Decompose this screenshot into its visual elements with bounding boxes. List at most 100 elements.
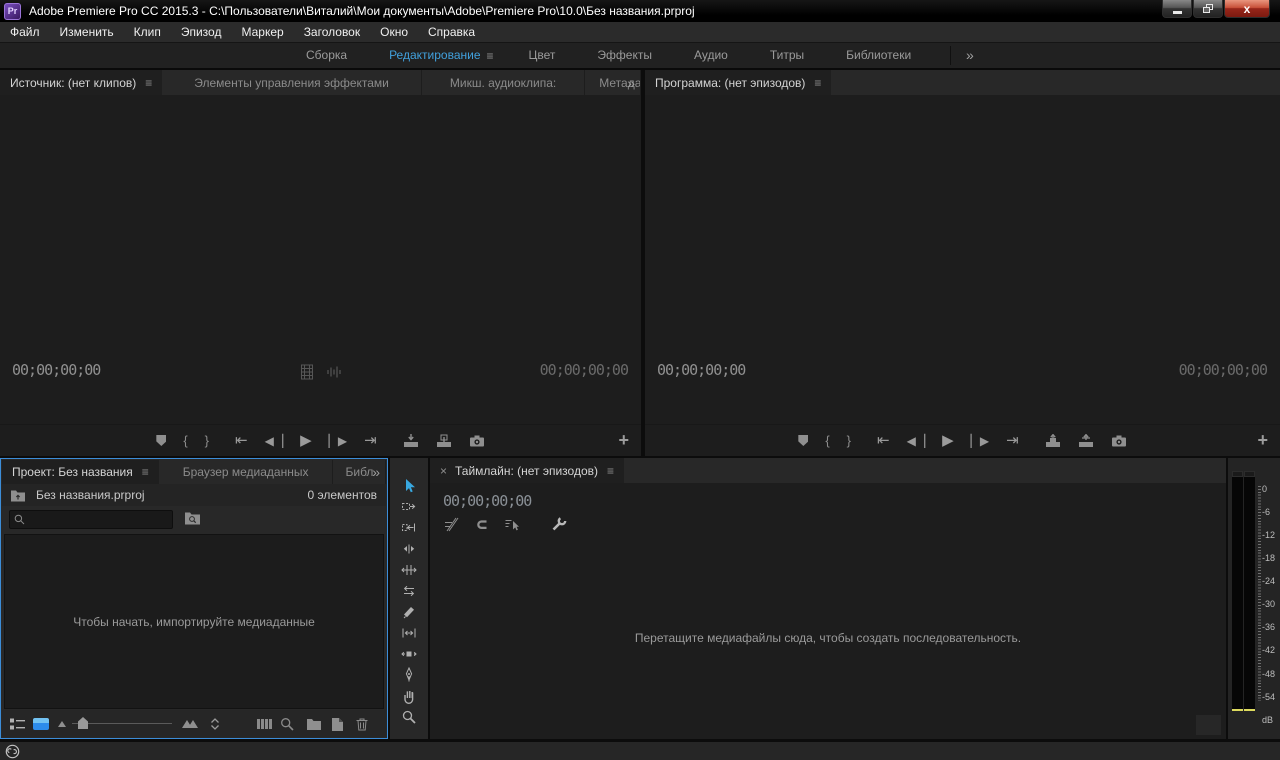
play-button-icon[interactable]: ▶ bbox=[942, 433, 954, 448]
menu-clip[interactable]: Клип bbox=[124, 22, 171, 42]
step-back-icon[interactable]: ◀▕ bbox=[265, 435, 283, 447]
project-item-list[interactable]: Чтобы начать, импортируйте медиаданные bbox=[4, 534, 384, 709]
linked-selection-icon[interactable] bbox=[504, 517, 521, 532]
tab-program[interactable]: Программа: (нет эпизодов) ≡ bbox=[645, 70, 831, 95]
workspace-tab-assembly[interactable]: Сборка bbox=[285, 43, 368, 68]
tab-effect-controls[interactable]: Элементы управления эффектами bbox=[162, 70, 422, 95]
tab-overflow-icon[interactable]: » bbox=[372, 460, 380, 484]
search-input[interactable] bbox=[29, 513, 163, 527]
zoom-slider[interactable] bbox=[72, 723, 172, 724]
button-editor-icon[interactable]: + bbox=[1257, 430, 1268, 451]
tab-overflow-icon[interactable]: » bbox=[627, 70, 635, 95]
mark-in-icon[interactable]: { bbox=[183, 434, 187, 447]
menu-sequence[interactable]: Эпизод bbox=[171, 22, 232, 42]
clear-trash-icon[interactable] bbox=[355, 717, 369, 731]
ripple-edit-tool-icon[interactable] bbox=[398, 517, 420, 538]
step-forward-icon[interactable]: ▏▶ bbox=[971, 435, 989, 447]
search-field[interactable] bbox=[9, 510, 173, 529]
drag-audio-icon[interactable] bbox=[326, 365, 341, 379]
new-bin-icon[interactable] bbox=[306, 717, 322, 730]
tab-audio-clip-mixer[interactable]: Микш. аудиоклипа: bbox=[422, 70, 585, 95]
zoom-tool-icon[interactable] bbox=[398, 706, 420, 727]
play-button-icon[interactable]: ▶ bbox=[300, 433, 312, 448]
selection-tool-icon[interactable] bbox=[398, 475, 420, 496]
snap-icon[interactable] bbox=[474, 517, 489, 532]
menu-help[interactable]: Справка bbox=[418, 22, 485, 42]
timeline-drop-zone[interactable]: Перетащите медиафайлы сюда, чтобы создат… bbox=[430, 536, 1226, 739]
slide-tool-icon[interactable] bbox=[398, 643, 420, 664]
step-forward-icon[interactable]: ▏▶ bbox=[329, 435, 347, 447]
hand-tool-icon[interactable] bbox=[398, 685, 420, 706]
mark-in-icon[interactable]: { bbox=[825, 434, 829, 447]
minimize-button[interactable] bbox=[1162, 0, 1192, 18]
slip-tool-icon[interactable] bbox=[398, 622, 420, 643]
tab-timeline[interactable]: × Таймлайн: (нет эпизодов) ≡ bbox=[430, 458, 624, 483]
workspace-tab-color[interactable]: Цвет bbox=[508, 43, 577, 68]
tab-media-browser[interactable]: Браузер медиаданных bbox=[159, 460, 334, 484]
program-current-timecode[interactable]: 00;00;00;00 bbox=[657, 361, 745, 379]
lift-icon[interactable] bbox=[1045, 434, 1061, 448]
button-editor-icon[interactable]: + bbox=[618, 430, 629, 451]
go-to-out-icon[interactable]: ⇥ bbox=[364, 433, 377, 448]
find-icon[interactable] bbox=[280, 717, 294, 731]
timeline-current-timecode[interactable]: 00;00;00;00 bbox=[443, 492, 1226, 510]
close-button[interactable]: x bbox=[1224, 0, 1270, 18]
razor-tool-icon[interactable] bbox=[398, 601, 420, 622]
export-frame-icon[interactable] bbox=[469, 434, 485, 448]
stretch-tool-icon[interactable] bbox=[398, 580, 420, 601]
rate-stretch-tool-icon[interactable] bbox=[398, 559, 420, 580]
workspace-tab-libraries[interactable]: Библиотеки bbox=[825, 43, 932, 68]
zoom-slider-thumb[interactable] bbox=[78, 717, 88, 729]
workspace-tab-editing[interactable]: Редактирование bbox=[368, 43, 486, 68]
creative-cloud-icon[interactable] bbox=[5, 744, 20, 759]
export-frame-icon[interactable] bbox=[1111, 434, 1127, 448]
project-root-folder-icon[interactable] bbox=[10, 489, 26, 502]
go-to-in-icon[interactable]: ⇤ bbox=[877, 433, 890, 448]
track-select-forward-tool-icon[interactable] bbox=[398, 496, 420, 517]
mark-out-icon[interactable]: } bbox=[205, 434, 209, 447]
nest-sequences-icon[interactable] bbox=[443, 517, 459, 532]
go-to-in-icon[interactable]: ⇤ bbox=[235, 433, 248, 448]
workspace-menu-icon[interactable]: ≡ bbox=[487, 49, 508, 63]
go-to-out-icon[interactable]: ⇥ bbox=[1006, 433, 1019, 448]
menu-edit[interactable]: Изменить bbox=[50, 22, 124, 42]
panel-menu-icon[interactable]: ≡ bbox=[814, 76, 821, 90]
panel-menu-icon[interactable]: ≡ bbox=[145, 76, 152, 90]
menu-marker[interactable]: Маркер bbox=[231, 22, 293, 42]
search-bin-button[interactable] bbox=[184, 511, 201, 525]
overwrite-icon[interactable] bbox=[436, 434, 452, 448]
zoom-out-icon[interactable] bbox=[58, 721, 66, 727]
workspace-overflow-icon[interactable]: » bbox=[966, 43, 974, 68]
add-marker-icon[interactable] bbox=[798, 435, 808, 446]
list-view-icon[interactable] bbox=[10, 717, 26, 730]
pen-tool-icon[interactable] bbox=[398, 664, 420, 685]
step-back-icon[interactable]: ◀▕ bbox=[907, 435, 925, 447]
restore-button[interactable] bbox=[1193, 0, 1223, 18]
automate-to-sequence-icon[interactable] bbox=[257, 718, 272, 730]
extract-icon[interactable] bbox=[1078, 434, 1094, 448]
panel-menu-icon[interactable]: ≡ bbox=[607, 464, 614, 478]
panel-menu-icon[interactable]: ≡ bbox=[142, 465, 149, 479]
rolling-edit-tool-icon[interactable] bbox=[398, 538, 420, 559]
audio-meter[interactable]: 0 -6 -12 -18 -24 -30 -36 -42 -48 -54 dB bbox=[1228, 458, 1280, 739]
menu-file[interactable]: Файл bbox=[0, 22, 50, 42]
workspace-tab-audio[interactable]: Аудио bbox=[673, 43, 749, 68]
workspace-tab-titles[interactable]: Титры bbox=[749, 43, 825, 68]
timeline-settings-icon[interactable] bbox=[551, 516, 567, 532]
icon-view-icon[interactable] bbox=[33, 718, 49, 730]
close-panel-icon[interactable]: × bbox=[440, 464, 447, 478]
source-current-timecode[interactable]: 00;00;00;00 bbox=[12, 361, 100, 379]
project-file-name[interactable]: Без названия.prproj bbox=[36, 488, 145, 502]
tab-project[interactable]: Проект: Без названия ≡ bbox=[2, 460, 159, 484]
mark-out-icon[interactable]: } bbox=[847, 434, 851, 447]
menu-window[interactable]: Окно bbox=[370, 22, 418, 42]
tab-source[interactable]: Источник: (нет клипов) ≡ bbox=[0, 70, 162, 95]
sort-icon[interactable] bbox=[208, 716, 222, 731]
zoom-in-icon[interactable] bbox=[182, 720, 198, 728]
workspace-tab-effects[interactable]: Эффекты bbox=[576, 43, 673, 68]
drag-video-icon[interactable] bbox=[300, 364, 313, 380]
timeline-scrollbar-thumb[interactable] bbox=[1196, 715, 1221, 735]
add-marker-icon[interactable] bbox=[156, 435, 166, 446]
insert-icon[interactable] bbox=[403, 434, 419, 448]
menu-title[interactable]: Заголовок bbox=[294, 22, 370, 42]
